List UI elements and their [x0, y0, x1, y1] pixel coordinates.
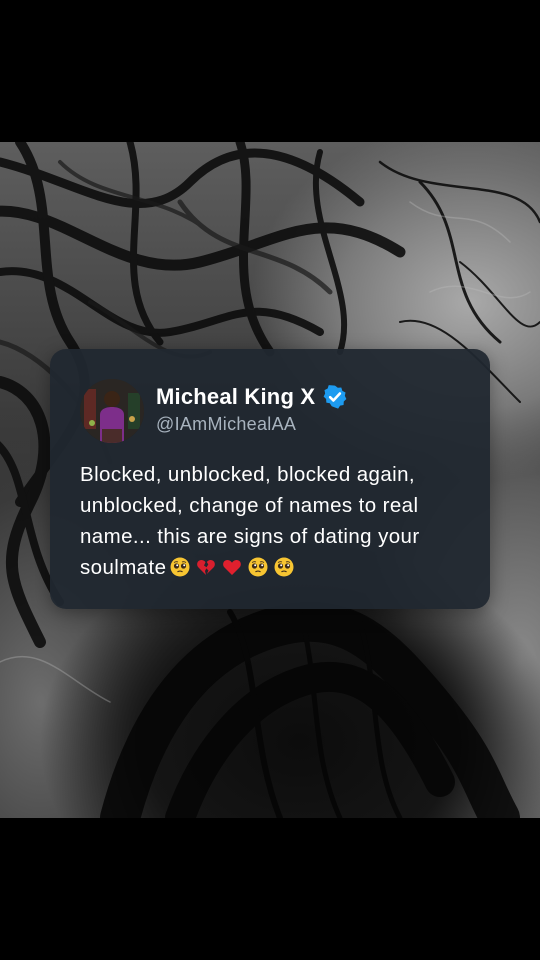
- avatar-image: [80, 379, 144, 443]
- pleading-face-icon: [248, 557, 268, 577]
- tweet-body: Blocked, unblocked, blocked again, unblo…: [80, 459, 470, 583]
- broken-heart-icon: [197, 559, 216, 575]
- verified-badge-icon: [323, 385, 347, 409]
- emoji-row: [170, 557, 294, 577]
- user-handle[interactable]: @IAmMichealAA: [156, 414, 296, 435]
- pleading-face-icon: [170, 557, 190, 577]
- name-row: Micheal King X: [156, 383, 348, 411]
- avatar[interactable]: [80, 379, 144, 443]
- tweet-card[interactable]: Micheal King X @IAmMichealAA Blocked, un…: [50, 349, 490, 609]
- display-name[interactable]: Micheal King X: [156, 384, 315, 410]
- top-letterbox: [0, 0, 540, 142]
- pleading-face-icon: [274, 557, 294, 577]
- bottom-letterbox: [0, 818, 540, 960]
- red-heart-icon: [223, 559, 242, 575]
